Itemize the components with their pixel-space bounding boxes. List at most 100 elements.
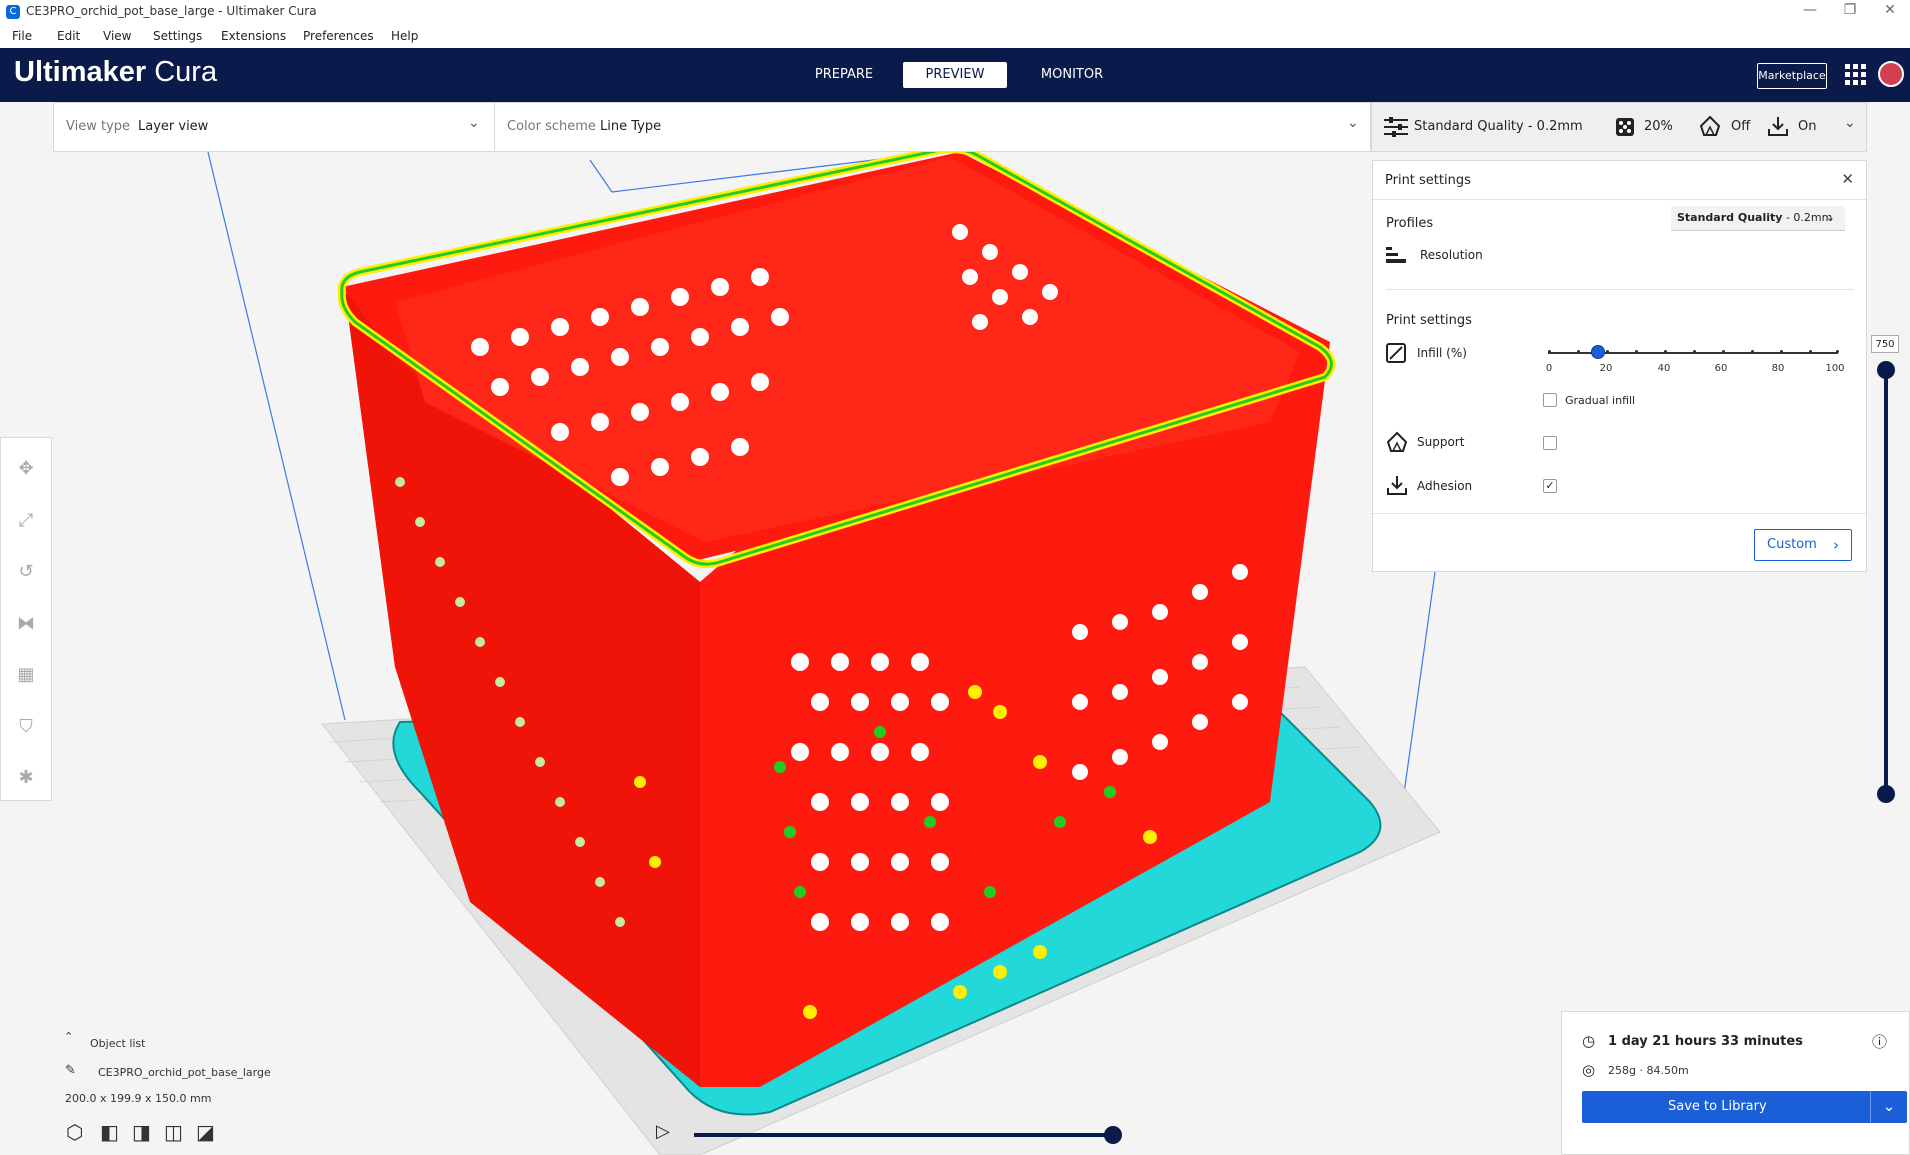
close-icon[interactable]: ✕ (1841, 170, 1854, 188)
panel-header: Print settings ✕ (1373, 161, 1866, 200)
view-front-icon[interactable]: ◧ (100, 1120, 119, 1144)
adhesion-icon (1387, 476, 1407, 495)
apps-grid-icon[interactable] (1845, 64, 1867, 86)
print-settings-summary[interactable]: Standard Quality - 0.2mm 20% Off On ⌄ (1371, 102, 1867, 152)
color-scheme-chevron-down-icon[interactable]: ⌄ (1347, 115, 1359, 131)
scale-tool-icon[interactable]: ⤢ (13, 508, 39, 534)
material-estimate: 258g · 84.50m (1608, 1064, 1689, 1077)
view-options-bar: View type Layer view ⌄ Color scheme Line… (53, 102, 1371, 152)
view-bar-divider (494, 103, 495, 151)
window-titlebar: C CE3PRO_orchid_pot_base_large - Ultimak… (0, 0, 1910, 24)
chevron-up-icon[interactable]: ⌃ (64, 1030, 73, 1043)
print-job-panel: ◷ 1 day 21 hours 33 minutes ⓘ ◎ 258g · 8… (1561, 1011, 1910, 1155)
summary-infill: 20% (1644, 119, 1673, 134)
close-window-icon[interactable]: ✕ (1870, 2, 1910, 18)
adhesion-checkbox[interactable]: ✓ (1543, 479, 1557, 493)
per-model-settings-icon[interactable]: ▦ (13, 662, 39, 688)
summary-support: Off (1731, 119, 1751, 134)
restore-icon[interactable]: ❐ (1830, 2, 1870, 18)
resolution-select[interactable]: Standard Quality - 0.2mm ⌄ (1671, 206, 1845, 231)
tool-sidebar: ✥ ⤢ ↺ ⧓ ▦ ⛉ ✱ (0, 437, 52, 801)
menu-settings[interactable]: Settings (153, 29, 202, 43)
infill-tick-label: 60 (1714, 363, 1728, 374)
custom-supports-icon[interactable]: ✱ (13, 765, 39, 791)
view-type-select[interactable]: Layer view (138, 119, 208, 134)
infill-tick-label: 40 (1657, 363, 1671, 374)
view-3d-icon[interactable]: ⬡ (66, 1120, 83, 1144)
resolution-label: Resolution (1420, 248, 1483, 262)
infill-tick-label: 20 (1599, 363, 1613, 374)
spool-icon: ◎ (1582, 1061, 1596, 1079)
save-options-chevron-down-icon[interactable]: ⌄ (1870, 1091, 1907, 1123)
window-title: CE3PRO_orchid_pot_base_large - Ultimaker… (26, 4, 317, 18)
view-top-icon[interactable]: ◨ (132, 1120, 151, 1144)
model-pot (337, 145, 1336, 1087)
resolution-chevron-down-icon: ⌄ (1825, 211, 1835, 224)
rotate-tool-icon[interactable]: ↺ (13, 559, 39, 585)
tab-monitor[interactable]: MONITOR (1019, 62, 1125, 88)
custom-button-label: Custom (1767, 537, 1817, 552)
app-logo: Ultimaker Cura (14, 56, 217, 89)
print-settings-panel: Print settings ✕ Profiles Resolution Sta… (1372, 160, 1867, 572)
chevron-right-icon: › (1833, 536, 1839, 554)
app-header: Ultimaker Cura PREPARE PREVIEW MONITOR M… (0, 48, 1910, 102)
menu-file[interactable]: File (12, 29, 32, 43)
support-blocker-icon[interactable]: ⛉ (13, 714, 39, 740)
play-simulation-icon[interactable]: ▷ (656, 1121, 670, 1142)
mirror-tool-icon[interactable]: ⧓ (13, 611, 39, 637)
view-type-label: View type (66, 119, 131, 134)
gradual-infill-checkbox[interactable] (1543, 393, 1557, 407)
layer-slider-bottom-handle[interactable] (1877, 785, 1895, 803)
menu-help[interactable]: Help (391, 29, 418, 43)
info-icon[interactable]: ⓘ (1872, 1031, 1887, 1052)
menu-extensions[interactable]: Extensions (221, 29, 286, 43)
pencil-icon: ✎ (65, 1063, 76, 1078)
tab-prepare[interactable]: PREPARE (791, 62, 897, 88)
infill-icon (1616, 118, 1634, 136)
color-scheme-select[interactable]: Line Type (600, 119, 661, 134)
infill-tick-label: 0 (1545, 363, 1553, 374)
print-time: 1 day 21 hours 33 minutes (1608, 1034, 1803, 1049)
support-checkbox[interactable] (1543, 436, 1557, 450)
clock-icon: ◷ (1582, 1032, 1596, 1050)
menu-preferences[interactable]: Preferences (303, 29, 374, 43)
minimize-icon[interactable]: — (1790, 2, 1830, 18)
layer-slider-track[interactable] (1884, 370, 1888, 790)
summary-quality: Standard Quality - 0.2mm (1414, 119, 1583, 134)
support-label: Support (1417, 435, 1465, 449)
summary-chevron-down-icon[interactable]: ⌄ (1844, 115, 1856, 131)
move-tool-icon[interactable]: ✥ (13, 456, 39, 482)
view-type-chevron-down-icon[interactable]: ⌄ (468, 115, 480, 131)
tab-preview[interactable]: PREVIEW (903, 62, 1007, 88)
menu-edit[interactable]: Edit (57, 29, 80, 43)
object-name[interactable]: CE3PRO_orchid_pot_base_large (98, 1066, 271, 1079)
support-icon (1699, 115, 1721, 136)
object-dimensions: 200.0 x 199.9 x 150.0 mm (65, 1092, 212, 1105)
menu-view[interactable]: View (103, 29, 131, 43)
infill-pattern-icon (1386, 343, 1406, 363)
user-avatar[interactable] (1878, 61, 1904, 87)
save-to-library-button[interactable]: Save to Library ⌄ (1582, 1091, 1907, 1123)
object-list: ⌃ Object list ✎ CE3PRO_orchid_pot_base_l… (60, 1030, 360, 1150)
infill-label: Infill (%) (1417, 346, 1467, 360)
object-list-toggle[interactable]: Object list (90, 1037, 145, 1050)
custom-settings-button[interactable]: Custom › (1754, 529, 1852, 561)
marketplace-button[interactable]: Marketplace (1757, 63, 1827, 89)
layer-number-input[interactable]: 750 (1871, 335, 1899, 353)
view-left-icon[interactable]: ◫ (164, 1120, 183, 1144)
layer-slider-top-handle[interactable] (1877, 361, 1895, 379)
panel-title: Print settings (1385, 173, 1471, 188)
resolution-select-quality: Standard Quality (1677, 211, 1783, 224)
infill-tick-label: 80 (1771, 363, 1785, 374)
menu-bar: File Edit View Settings Extensions Prefe… (0, 24, 1910, 48)
infill-slider-handle[interactable] (1591, 345, 1605, 359)
simulation-slider-track[interactable] (694, 1133, 1114, 1137)
logo-brand: Ultimaker (14, 56, 147, 88)
simulation-slider-handle[interactable] (1104, 1126, 1122, 1144)
resolution-icon (1386, 247, 1406, 263)
view-right-icon[interactable]: ◪ (196, 1120, 215, 1144)
logo-product: Cura (154, 56, 218, 88)
cura-app-icon: C (6, 5, 20, 19)
profiles-heading: Profiles (1386, 216, 1434, 231)
gradual-infill-label: Gradual infill (1565, 394, 1636, 407)
